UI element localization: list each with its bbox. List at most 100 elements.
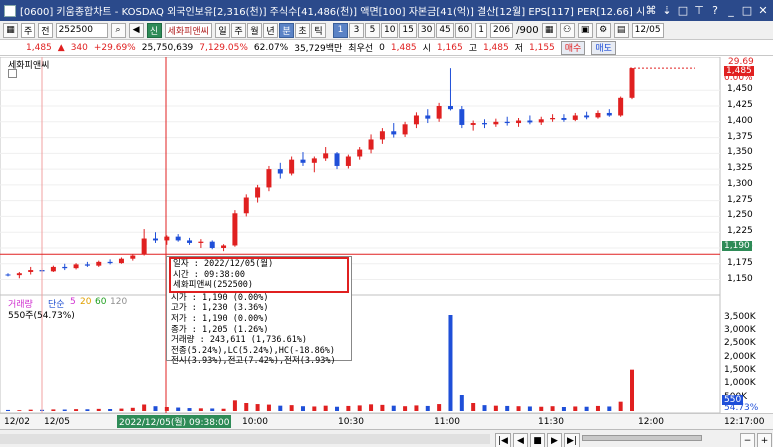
link-icon[interactable]: ⌘ xyxy=(645,4,657,17)
period-button-5[interactable]: 초 xyxy=(294,22,310,38)
volume-bar xyxy=(630,369,634,411)
volume-bar xyxy=(414,405,419,411)
zoom-in-icon[interactable]: + xyxy=(757,433,772,447)
minute-button-45[interactable]: 45 xyxy=(436,22,454,38)
candle-body xyxy=(130,255,136,259)
buy-button[interactable]: 매수 xyxy=(560,40,586,55)
scroll-prev-icon[interactable]: ◀ xyxy=(512,433,528,447)
help-icon[interactable]: ? xyxy=(709,4,721,17)
price-tick: 1,350 xyxy=(727,147,753,158)
candle-body xyxy=(209,241,215,248)
period-button-0[interactable]: 일 xyxy=(214,22,230,38)
candle-body xyxy=(413,115,419,125)
setup-icon[interactable]: ⊤ xyxy=(693,4,705,17)
scroll-first-icon[interactable]: |◀ xyxy=(495,433,511,447)
scroll-bar[interactable]: |◀ ◀ ■ ▶ ▶| − + xyxy=(0,429,773,447)
volume-bar xyxy=(403,406,408,411)
volume-bar xyxy=(357,405,362,411)
volume-bar xyxy=(471,403,476,411)
stop-icon[interactable]: ■ xyxy=(529,433,545,447)
count-select[interactable]: 1 xyxy=(475,22,487,38)
candle-body xyxy=(629,68,635,98)
minimize-icon[interactable]: _ xyxy=(725,4,737,17)
priority-label: 최우선 xyxy=(348,44,374,54)
candle-body xyxy=(572,115,578,120)
horizontal-scroll-track[interactable] xyxy=(0,434,490,444)
volume-bar xyxy=(561,407,566,411)
minute-button-60[interactable]: 60 xyxy=(454,22,473,38)
panel-toggle-icon[interactable] xyxy=(8,69,17,78)
volume-bar xyxy=(482,405,487,411)
grid-icon[interactable]: ▦ xyxy=(541,22,557,38)
sell-button[interactable]: 매도 xyxy=(591,40,616,55)
overlay-icon[interactable]: ⚇ xyxy=(559,22,575,38)
volume-bar xyxy=(153,406,158,411)
volume-bar xyxy=(425,405,430,411)
code-type-select[interactable]: 전 xyxy=(38,22,53,38)
period-button-4[interactable]: 분 xyxy=(278,22,294,38)
config-icon[interactable]: ⚙ xyxy=(595,22,611,38)
quote-bar: 1,485 ▲ 340 +29.69% 25,750,639 7,129.05%… xyxy=(0,40,773,56)
volume-bar xyxy=(51,409,56,411)
volume-bar xyxy=(142,404,147,411)
date-input[interactable]: 12/05 xyxy=(631,22,664,38)
zoom-out-icon[interactable]: − xyxy=(740,433,755,447)
tooltip-volume: 거래량 : 243,611 (1,736.61%) xyxy=(171,335,308,346)
volume-bar xyxy=(74,409,79,411)
volume-bar xyxy=(119,408,124,411)
sound-icon[interactable]: ◀ xyxy=(128,22,144,38)
candle-body xyxy=(345,156,351,166)
count-input[interactable]: 206 xyxy=(489,22,514,38)
volume-bar xyxy=(607,406,612,411)
volume-bar xyxy=(232,400,237,411)
minute-button-30[interactable]: 30 xyxy=(417,22,436,38)
volume-bar xyxy=(380,404,385,411)
volume-tick: 3,000K xyxy=(724,325,756,335)
candlestick-chart[interactable] xyxy=(0,57,773,413)
volume-bar xyxy=(493,405,498,411)
volume-bar xyxy=(539,406,544,411)
volume-bar xyxy=(369,404,374,411)
candle-body xyxy=(62,266,68,269)
candle-body xyxy=(289,159,295,174)
zoom-slider[interactable] xyxy=(582,435,702,441)
scroll-last-icon[interactable]: ▶| xyxy=(563,433,580,447)
volume-bar xyxy=(28,409,33,411)
stock-code-input[interactable]: 252500 xyxy=(55,22,108,38)
save-icon[interactable]: ▣ xyxy=(577,22,593,38)
pin-icon[interactable]: ⇣ xyxy=(661,4,673,17)
trade-amount: 35,729백만 xyxy=(294,44,343,54)
candle-body xyxy=(277,169,283,174)
calendar-icon[interactable]: ▤ xyxy=(613,22,629,38)
settings-icon[interactable]: ▦ xyxy=(3,22,18,38)
candle-body xyxy=(504,121,510,124)
maximize-icon[interactable]: □ xyxy=(741,4,753,17)
period-button-1[interactable]: 주 xyxy=(230,22,246,38)
close-icon[interactable]: ✕ xyxy=(757,4,769,17)
minute-button-1[interactable]: 1 xyxy=(332,22,348,38)
high-label: 고 xyxy=(468,44,477,54)
candle-body xyxy=(198,241,204,243)
time-tick-1100: 11:00 xyxy=(434,417,460,427)
minute-button-5[interactable]: 5 xyxy=(364,22,380,38)
period-button-6[interactable]: 틱 xyxy=(310,22,326,38)
screen-icon[interactable]: □ xyxy=(677,4,689,17)
search-icon[interactable]: ⌕ xyxy=(110,22,126,38)
candle-body xyxy=(221,245,227,248)
minute-button-3[interactable]: 3 xyxy=(348,22,364,38)
period-button-3[interactable]: 년 xyxy=(262,22,278,38)
period-button-2[interactable]: 월 xyxy=(246,22,262,38)
volume-bar xyxy=(289,405,294,411)
volume-pct-label: 54.73% xyxy=(724,403,759,413)
minute-button-10[interactable]: 10 xyxy=(380,22,399,38)
minute-button-15[interactable]: 15 xyxy=(399,22,417,38)
volume-bar xyxy=(244,403,249,411)
time-tick-1200: 12:00 xyxy=(638,417,664,427)
price-change: 340 xyxy=(70,42,88,53)
volume-bar xyxy=(278,405,283,411)
candle-body xyxy=(391,131,397,135)
chart-area[interactable]: 세화피앤씨 1,450 1,425 1,400 1,375 1,350 1,325 1,30… xyxy=(0,57,773,447)
scroll-next-icon[interactable]: ▶ xyxy=(546,433,562,447)
volume-bar xyxy=(210,408,215,411)
market-select[interactable]: 주 xyxy=(21,22,36,38)
